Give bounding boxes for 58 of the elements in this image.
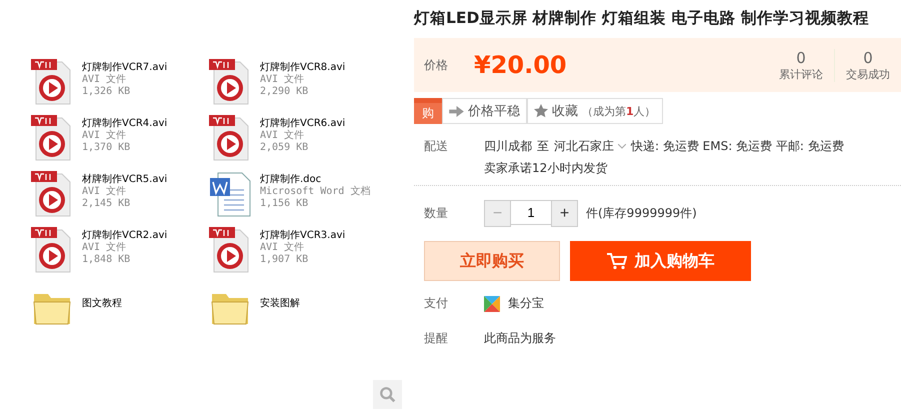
file-size: 1,848 KB	[82, 254, 132, 266]
quantity-field[interactable]: 1	[511, 200, 551, 225]
payment-method: 集分宝	[508, 295, 544, 312]
file-name: 图文教程	[82, 298, 122, 310]
shipping-label: 配送	[424, 138, 449, 155]
file-name: 灯牌制作VCR7.avi	[82, 62, 168, 74]
file-name: 灯牌制作VCR3.avi	[260, 230, 346, 242]
favorite-button[interactable]: 收藏 （成为第1人）	[527, 98, 663, 124]
reminder-label: 提醒	[424, 330, 449, 347]
star-icon	[534, 104, 548, 118]
favorite-note: （成为第1人）	[582, 104, 656, 118]
file-name: 材牌制作VCR5.avi	[82, 174, 168, 186]
cart-icon	[606, 252, 626, 270]
stat-label: 累计评论	[779, 66, 823, 82]
price-trend-button[interactable]: 价格平稳	[442, 98, 527, 124]
origin-text: 四川成都	[484, 138, 532, 155]
file-type: AVI 文件	[82, 186, 128, 198]
file-type: AVI 文件	[82, 242, 128, 254]
file-type: AVI 文件	[260, 130, 306, 142]
file-type: AVI 文件	[82, 130, 128, 142]
file-name: 灯牌制作VCR8.avi	[260, 62, 346, 74]
file-type: AVI 文件	[260, 242, 306, 254]
destination-dropdown[interactable]: 河北石家庄	[554, 138, 626, 155]
document-file-icon[interactable]	[208, 170, 252, 218]
shopping-bag-badge: 购	[414, 98, 442, 124]
file-name: 安装图解	[260, 298, 300, 310]
file-size: 2,290 KB	[260, 86, 310, 98]
arrow-icon	[449, 106, 464, 116]
file-size: 1,907 KB	[260, 254, 310, 266]
file-name: 灯牌制作VCR2.avi	[82, 230, 168, 242]
file-size: 1,156 KB	[260, 198, 310, 210]
shipping-promise: 卖家承诺12小时内发货	[484, 160, 608, 177]
price-label: 价格	[424, 56, 449, 74]
colorful-logo-icon	[484, 296, 500, 312]
shipping-fees: 快递: 免运费 EMS: 免运费 平邮: 免运费	[631, 138, 844, 155]
file-type: AVI 文件	[82, 74, 128, 86]
file-name: 灯牌制作VCR4.avi	[82, 118, 168, 130]
file-size: 1,326 KB	[82, 86, 132, 98]
increase-button[interactable]: +	[551, 200, 578, 227]
stock-text: 件(库存9999999件)	[586, 205, 697, 222]
chevron-icon	[618, 144, 626, 149]
file-name: 灯牌制作VCR6.avi	[260, 118, 346, 130]
reminder-text: 此商品为服务	[484, 330, 556, 347]
product-title: 灯箱LED显示屏 材牌制作 灯箱组装 电子电路 制作学习视频教程	[414, 8, 870, 29]
file-type: Microsoft Word 文档	[260, 186, 370, 198]
file-size: 1,370 KB	[82, 142, 132, 154]
file-size: 2,059 KB	[260, 142, 310, 154]
file-type: AVI 文件	[260, 74, 306, 86]
stat-value: 0	[863, 48, 873, 66]
stat-value: 0	[796, 48, 806, 66]
price: ¥20.00	[474, 51, 568, 79]
to-text: 至	[537, 138, 549, 155]
stat-label: 交易成功	[846, 66, 890, 82]
payment-label: 支付	[424, 295, 449, 312]
file-size: 2,145 KB	[82, 198, 132, 210]
file-name: 灯牌制作.doc	[260, 174, 322, 186]
quantity-label: 数量	[424, 205, 449, 222]
search-icon	[378, 386, 396, 404]
